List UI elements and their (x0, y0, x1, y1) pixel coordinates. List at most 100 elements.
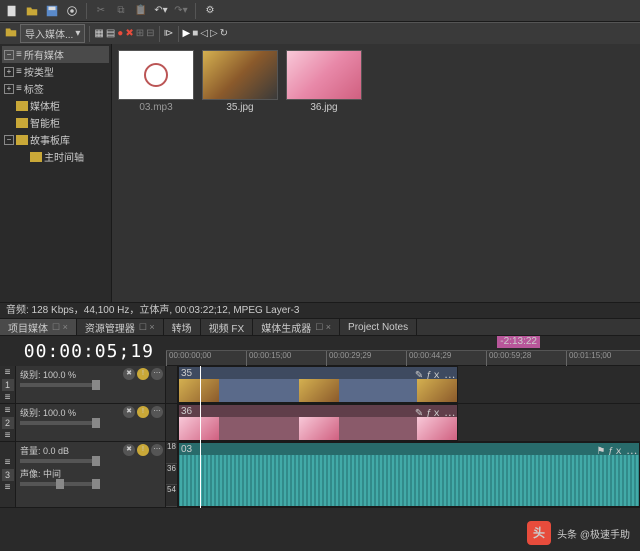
watermark-text: 头条 @极速手助 (557, 526, 630, 541)
video-clip[interactable]: 36✎ ƒｘ ⋯ (178, 404, 458, 441)
pan-slider[interactable] (20, 482, 100, 486)
next-icon[interactable]: ▷ (210, 28, 218, 39)
timecode-display[interactable]: 00:00:05;19 (0, 336, 166, 366)
track-lane[interactable]: 35✎ ƒｘ ⋯ (178, 366, 640, 403)
folder-icon[interactable] (4, 25, 18, 42)
mute-icon[interactable]: ✖ (123, 406, 135, 418)
folder-icon (16, 101, 28, 111)
track-number[interactable]: ≡3≡ (0, 442, 16, 507)
media-tree: −≡所有媒体 +≡按类型 +≡标签 媒体柜 智能柜 −故事板库 主时间轴 (0, 44, 112, 302)
loop-icon[interactable]: ↻ (220, 28, 228, 39)
expand-icon[interactable]: + (4, 67, 14, 77)
copy-icon[interactable]: ⧉ (113, 3, 129, 19)
media-thumb[interactable]: 35.jpg (202, 50, 278, 296)
ruler-mark: 00:00:29;29 (326, 351, 371, 367)
mute-icon[interactable]: ✖ (123, 444, 135, 456)
track-lane[interactable]: 36✎ ƒｘ ⋯ (178, 404, 640, 441)
tree-item-bytype[interactable]: +≡按类型 (2, 63, 109, 80)
tab-video-fx[interactable]: 视频 FX (201, 319, 254, 335)
track-lane[interactable]: 03⚑ ƒｘ ⋯ (178, 442, 640, 507)
media-thumb[interactable]: 36.jpg (286, 50, 362, 296)
home-icon[interactable]: ⧐ (164, 28, 174, 39)
track-header[interactable]: ≡3≡ ✖!⋯ 音量: 0.0 dB 声像: 中间 (0, 442, 166, 507)
undo-icon[interactable]: ↶▾ (153, 3, 169, 19)
close-icon[interactable]: ☐ × (315, 322, 331, 333)
tree-item-mediabin[interactable]: 媒体柜 (2, 97, 109, 114)
import-media-button[interactable]: 导入媒体...▾ (20, 24, 85, 43)
level-slider[interactable] (20, 421, 100, 425)
tab-label: 视频 FX (209, 320, 245, 335)
ruler-mark: 00:00:15;00 (246, 351, 291, 367)
expand-icon[interactable]: + (4, 84, 14, 94)
tab-transitions[interactable]: 转场 (164, 319, 201, 335)
new-icon[interactable] (4, 3, 20, 19)
tool-icon[interactable]: ⊞ (136, 28, 144, 39)
media-thumb[interactable]: 03.mp3 (118, 50, 194, 296)
track-header[interactable]: ≡1≡ ✖!⋯ 级别: 100.0 % (0, 366, 166, 403)
tab-project-notes[interactable]: Project Notes (340, 319, 417, 335)
more-icon[interactable]: ⋯ (151, 368, 163, 380)
timeline-marker[interactable]: -2:13:22 (497, 336, 540, 348)
track-number[interactable]: ≡1≡ (0, 366, 16, 403)
tree-item-storyboard[interactable]: −故事板库 (2, 131, 109, 148)
video-clip[interactable]: 35✎ ƒｘ ⋯ (178, 366, 458, 403)
record-icon[interactable]: ● (117, 28, 123, 39)
thumb-label: 36.jpg (310, 102, 337, 113)
solo-icon[interactable]: ! (137, 444, 149, 456)
solo-icon[interactable]: ! (137, 406, 149, 418)
play-icon[interactable]: ▶ (183, 28, 191, 39)
marker-label: -2:13:22 (500, 336, 537, 347)
save-icon[interactable] (44, 3, 60, 19)
tool-icon[interactable]: ⊟ (146, 28, 154, 39)
more-icon[interactable]: ⋯ (151, 406, 163, 418)
clip-thumb (179, 379, 219, 402)
video-track-2: ≡2≡ ✖!⋯ 级别: 100.0 % 36✎ ƒｘ ⋯ (0, 404, 640, 442)
tool-icon[interactable]: ▤ (106, 28, 115, 39)
status-bar: 音频: 128 Kbps，44,100 Hz，立体声, 00:03:22;12,… (0, 302, 640, 318)
collapse-icon[interactable]: − (4, 135, 14, 145)
collapse-icon[interactable]: − (4, 50, 14, 60)
tree-item-main-timeline[interactable]: 主时间轴 (2, 148, 109, 165)
media-toolbar: 导入媒体...▾ ▦ ▤ ● ✖ ⊞ ⊟ ⧐ ▶ ■ ◁ ▷ ↻ (0, 22, 640, 44)
cut-icon[interactable]: ✂ (93, 3, 109, 19)
audio-clip[interactable]: 03⚑ ƒｘ ⋯ (178, 442, 640, 507)
stop-icon[interactable]: ■ (192, 28, 198, 39)
close-icon[interactable]: ☐ × (52, 322, 68, 333)
tab-label: 项目媒体 (8, 320, 48, 335)
tab-media-gen[interactable]: 媒体生成器☐ × (253, 319, 340, 335)
level-slider[interactable] (20, 383, 100, 387)
waveform (179, 455, 639, 506)
media-browser: −≡所有媒体 +≡按类型 +≡标签 媒体柜 智能柜 −故事板库 主时间轴 03.… (0, 44, 640, 302)
settings-icon[interactable] (64, 3, 80, 19)
thumb-image (118, 50, 194, 100)
tool-icon[interactable]: ▦ (94, 28, 103, 39)
playhead[interactable] (200, 366, 201, 508)
ruler-mark: 00:01:15;00 (566, 351, 611, 367)
import-label: 导入媒体... (25, 26, 73, 41)
tab-explorer[interactable]: 资源管理器☐ × (77, 319, 164, 335)
track-index (166, 404, 178, 441)
more-icon[interactable]: ⋯ (151, 444, 163, 456)
tree-label: 智能柜 (30, 115, 60, 130)
tab-project-media[interactable]: 项目媒体 ☐ × (0, 319, 77, 335)
open-icon[interactable] (24, 3, 40, 19)
clip-name: 03 (181, 444, 192, 455)
thumb-image (202, 50, 278, 100)
volume-slider[interactable] (20, 459, 100, 463)
gear-icon[interactable]: ⚙ (202, 3, 218, 19)
tree-item-all[interactable]: −≡所有媒体 (2, 46, 109, 63)
paste-icon[interactable]: 📋 (133, 3, 149, 19)
tree-item-smartbin[interactable]: 智能柜 (2, 114, 109, 131)
separator (195, 3, 196, 19)
solo-icon[interactable]: ! (137, 368, 149, 380)
redo-icon[interactable]: ↷▾ (173, 3, 189, 19)
delete-icon[interactable]: ✖ (125, 28, 133, 39)
mute-icon[interactable]: ✖ (123, 368, 135, 380)
track-header[interactable]: ≡2≡ ✖!⋯ 级别: 100.0 % (0, 404, 166, 441)
close-icon[interactable]: ☐ × (139, 322, 155, 333)
tree-item-tags[interactable]: +≡标签 (2, 80, 109, 97)
track-number[interactable]: ≡2≡ (0, 404, 16, 441)
timeline-ruler[interactable]: 00:00:00;00 00:00:15;00 00:00:29;29 00:0… (166, 350, 640, 366)
clip-thumb (417, 417, 457, 440)
prev-icon[interactable]: ◁ (200, 28, 208, 39)
